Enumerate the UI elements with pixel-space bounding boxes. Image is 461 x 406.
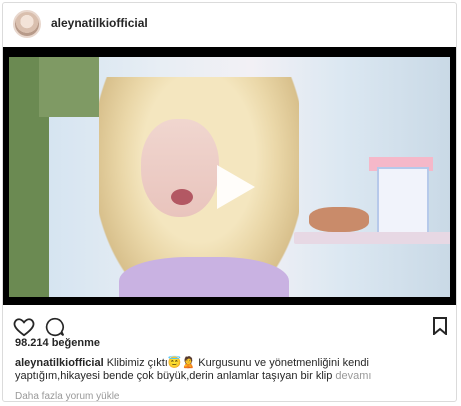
caption-username[interactable]: aleynatilkiofficial [15,357,104,369]
table [294,232,450,244]
bookmark-icon[interactable] [433,317,447,335]
caption: aleynatilkiofficial Klibimiz çıktı😇🙎 Kur… [15,357,445,383]
post-header: aleynatilkiofficial [3,3,456,45]
comment-bubble-icon[interactable] [45,317,65,337]
milk-box [377,167,429,239]
heart-outline-icon[interactable] [13,317,35,337]
face [141,119,219,217]
username[interactable]: aleynatilkiofficial [51,16,148,30]
lilac-top [119,257,289,297]
like-count[interactable]: 98.214 beğenme [15,337,100,349]
post-card: aleynatilkiofficial 98.214 beğenme aleyn… [2,2,457,402]
video-frame [9,57,450,297]
video-player[interactable] [3,47,456,305]
more-link[interactable]: devamı [335,370,371,382]
actions-bar [3,309,456,339]
treats [309,207,369,232]
load-more-comments[interactable]: Daha fazla yorum yükle [15,391,120,402]
play-icon[interactable] [217,165,255,209]
mouth [171,189,193,205]
window-top [39,57,99,117]
avatar[interactable] [13,10,41,38]
